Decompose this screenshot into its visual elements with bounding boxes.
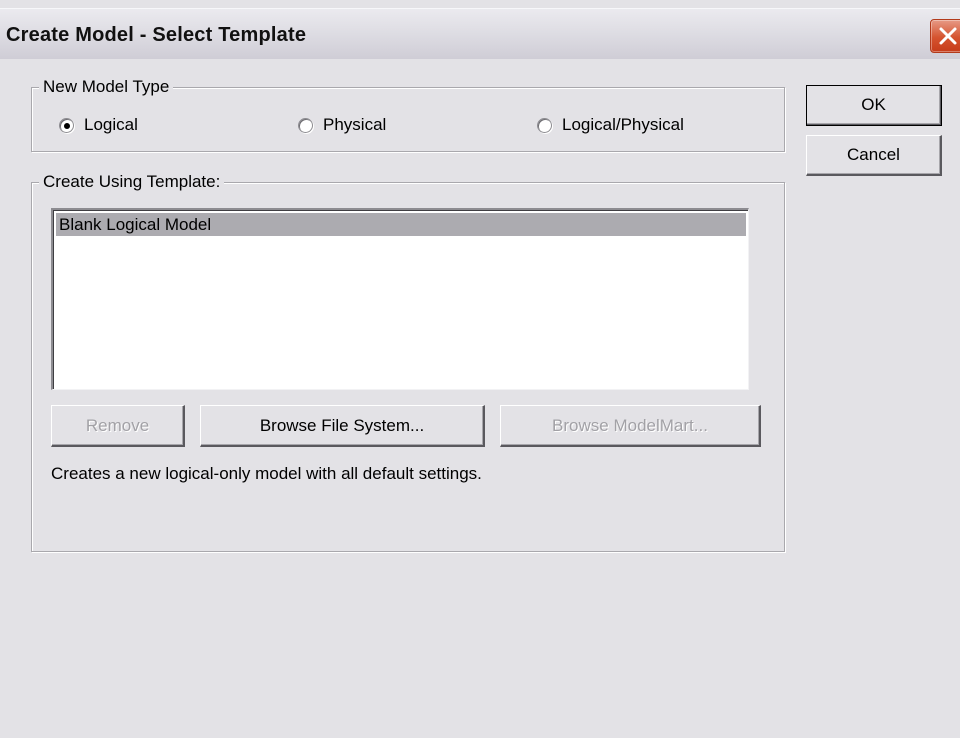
close-icon <box>939 27 957 45</box>
window-title: Create Model - Select Template <box>6 24 307 46</box>
radio-button-logical[interactable] <box>59 117 74 133</box>
template-legend: Create Using Template: <box>39 172 225 192</box>
radio-logical-label: Logical <box>84 115 138 134</box>
radio-physical-label: Physical <box>323 115 387 134</box>
model-type-legend: New Model Type <box>39 77 174 97</box>
browse-file-system-button[interactable]: Browse File System... <box>200 405 485 447</box>
radio-logical[interactable]: Logical <box>59 115 138 135</box>
ok-button[interactable]: OK <box>806 85 942 126</box>
radio-selected-dot <box>64 122 70 129</box>
radio-button-physical[interactable] <box>298 117 313 133</box>
template-listbox[interactable]: Blank Logical Model <box>51 208 749 390</box>
browse-modelmart-button[interactable]: Browse ModelMart... <box>500 405 761 447</box>
close-button[interactable] <box>930 19 960 53</box>
template-description: Creates a new logical-only model with al… <box>51 464 482 483</box>
list-item[interactable]: Blank Logical Model <box>56 213 746 236</box>
create-model-dialog: Create Model - Select Template New Model… <box>0 0 960 738</box>
radio-logical-physical[interactable]: Logical/Physical <box>537 115 684 135</box>
radio-button-logical-physical[interactable] <box>537 117 552 133</box>
model-type-group: New Model Type Logical Physical Logical/… <box>31 77 785 152</box>
cancel-button[interactable]: Cancel <box>806 135 942 176</box>
remove-button[interactable]: Remove <box>51 405 185 447</box>
radio-logical-physical-label: Logical/Physical <box>562 115 684 134</box>
title-bar[interactable]: Create Model - Select Template <box>0 8 960 59</box>
radio-physical[interactable]: Physical <box>298 115 386 135</box>
